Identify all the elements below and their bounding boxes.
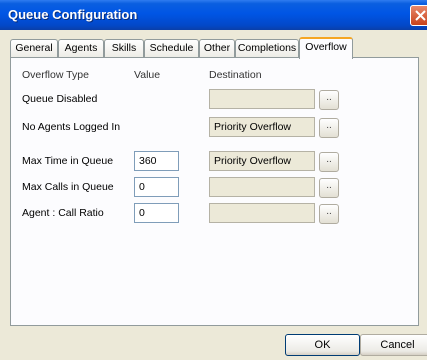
max-calls-browse-button[interactable]: .. — [319, 178, 339, 198]
agent-call-ratio-value-input[interactable]: 0 — [134, 203, 179, 223]
row-agent-call-ratio-label: Agent : Call Ratio — [22, 207, 104, 219]
max-calls-destination[interactable] — [209, 177, 315, 197]
queue-disabled-browse-button[interactable]: .. — [319, 90, 339, 110]
overflow-panel: Overflow Type Value Destination Queue Di… — [10, 57, 419, 326]
header-value: Value — [134, 69, 161, 81]
tab-skills[interactable]: Skills — [104, 39, 144, 58]
close-icon — [415, 10, 426, 21]
tab-general[interactable]: General — [10, 39, 58, 58]
title-bar[interactable]: Queue Configuration — [0, 0, 427, 30]
max-time-value-input[interactable]: 360 — [134, 151, 179, 171]
tab-completions[interactable]: Completions — [235, 39, 299, 58]
queue-disabled-destination[interactable] — [209, 89, 315, 109]
no-agents-destination[interactable]: Priority Overflow — [209, 117, 315, 137]
window-title: Queue Configuration — [8, 7, 138, 22]
queue-configuration-dialog: Queue Configuration General Agents Skill… — [0, 0, 427, 360]
button-bar: OK Cancel — [0, 326, 427, 360]
row-queue-disabled-label: Queue Disabled — [22, 93, 98, 105]
row-max-calls-label: Max Calls in Queue — [22, 181, 114, 193]
header-destination: Destination — [209, 69, 262, 81]
max-time-destination[interactable]: Priority Overflow — [209, 151, 315, 171]
agent-call-ratio-destination[interactable] — [209, 203, 315, 223]
row-no-agents-label: No Agents Logged In — [22, 121, 121, 133]
max-time-browse-button[interactable]: .. — [319, 152, 339, 172]
close-button[interactable] — [410, 5, 427, 26]
no-agents-browse-button[interactable]: .. — [319, 118, 339, 138]
tab-other[interactable]: Other — [199, 39, 235, 58]
tab-schedule[interactable]: Schedule — [144, 39, 199, 58]
agent-call-ratio-browse-button[interactable]: .. — [319, 204, 339, 224]
tab-agents[interactable]: Agents — [58, 39, 104, 58]
header-overflow-type: Overflow Type — [22, 69, 89, 81]
ok-button[interactable]: OK — [285, 334, 360, 356]
tab-overflow[interactable]: Overflow — [299, 37, 353, 59]
max-calls-value-input[interactable]: 0 — [134, 177, 179, 197]
cancel-button[interactable]: Cancel — [360, 334, 427, 356]
row-max-time-label: Max Time in Queue — [22, 155, 114, 167]
